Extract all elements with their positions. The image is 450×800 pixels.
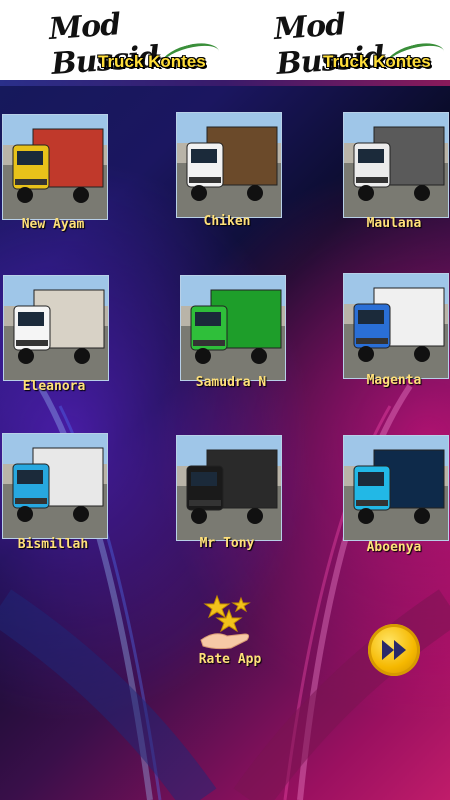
banner-subtitle: Truck Kontes: [98, 52, 206, 71]
truck-label: Bismillah: [17, 537, 89, 552]
truck-label: Eleanora: [22, 379, 86, 394]
rate-app-label: Rate App: [198, 652, 262, 667]
truck-image: [3, 434, 107, 538]
truck-label: Maulana: [366, 216, 422, 231]
next-button[interactable]: [368, 624, 420, 676]
truck-image: [4, 276, 108, 380]
banner-right: Mod Bussid Truck Kontes: [225, 0, 450, 80]
truck-thumbnail[interactable]: [2, 433, 108, 539]
truck-image: [177, 113, 281, 217]
truck-label: Magenta: [366, 373, 422, 388]
banner-subtitle: Truck Kontes: [323, 52, 431, 71]
truck-image: [181, 276, 285, 380]
banner-left: Mod Bussid Truck Kontes: [0, 0, 225, 80]
truck-image: [344, 274, 448, 378]
truck-image: [177, 436, 281, 540]
truck-image: [3, 115, 107, 219]
rate-app-button[interactable]: Rate App: [195, 590, 265, 680]
header-banner: Mod Bussid Truck Kontes Mod Bussid Truck…: [0, 0, 450, 80]
truck-label: Aboenya: [366, 540, 422, 555]
truck-image: [344, 436, 448, 540]
rate-stars-hand-icon: [200, 594, 251, 650]
truck-label: Mr Tony: [199, 536, 255, 551]
truck-thumbnail[interactable]: [343, 435, 449, 541]
truck-image: [344, 113, 448, 217]
fast-forward-icon: [382, 640, 406, 660]
truck-thumbnail[interactable]: [180, 275, 286, 381]
truck-thumbnail[interactable]: [343, 273, 449, 379]
truck-thumbnail[interactable]: [2, 114, 108, 220]
truck-label: New Ayam: [21, 217, 85, 232]
truck-thumbnail[interactable]: [176, 112, 282, 218]
truck-label: Samudra N: [195, 375, 267, 390]
truck-thumbnail[interactable]: [3, 275, 109, 381]
truck-thumbnail[interactable]: [343, 112, 449, 218]
truck-label: Chiken: [203, 214, 251, 229]
truck-thumbnail[interactable]: [176, 435, 282, 541]
